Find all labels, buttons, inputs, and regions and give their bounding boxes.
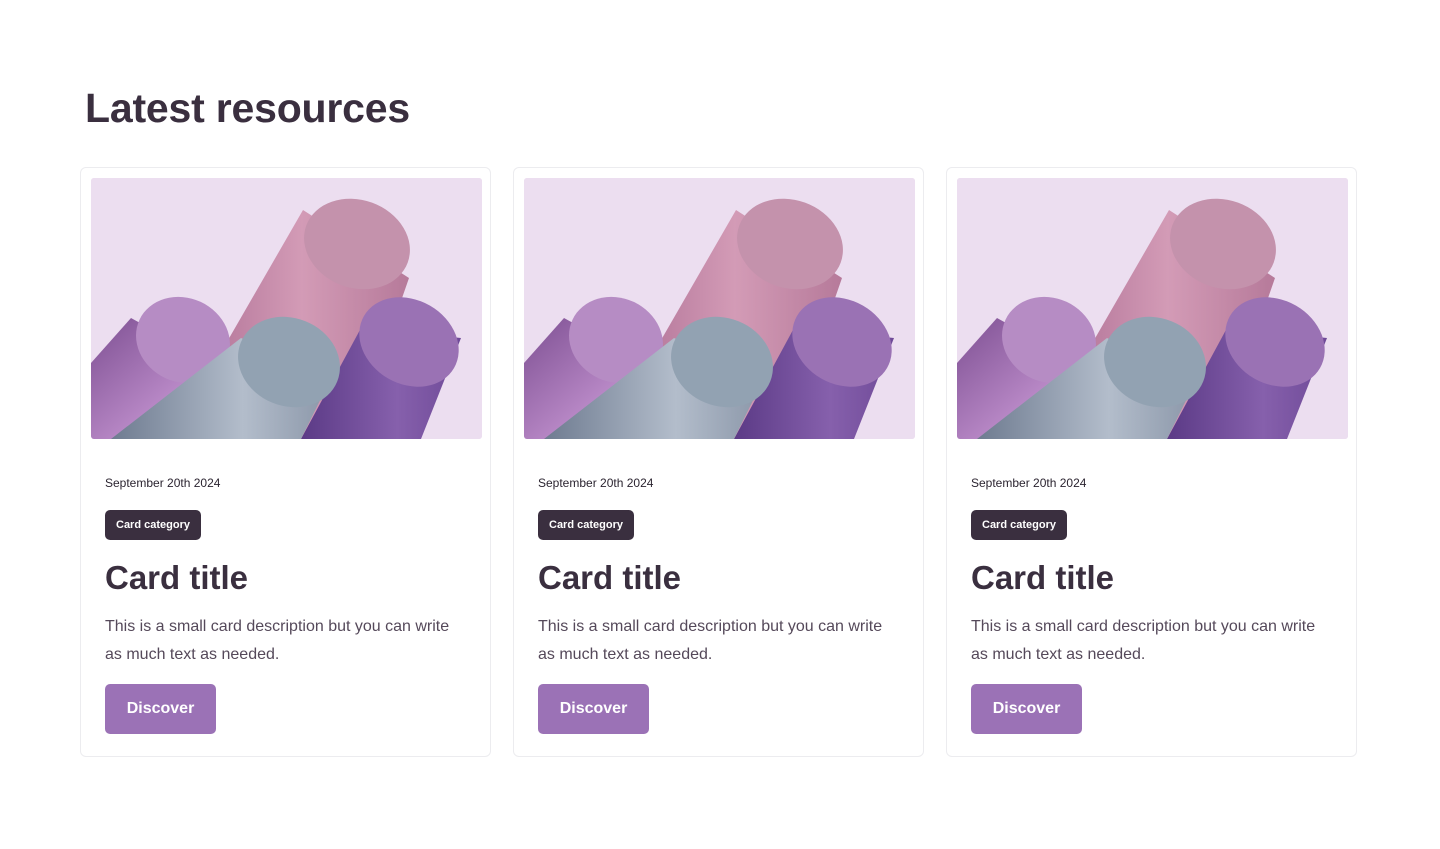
card-image: [524, 178, 915, 439]
card-category-badge: Card category: [105, 510, 201, 540]
discover-button[interactable]: Discover: [971, 684, 1082, 734]
card-title: Card title: [105, 559, 249, 596]
card-category-badge: Card category: [538, 510, 634, 540]
resource-card: September 20th 2024 Card category Card t…: [80, 167, 491, 757]
card-category-badge: Card category: [971, 510, 1067, 540]
card-image: [91, 178, 482, 439]
card-image: [957, 178, 1348, 439]
card-description: This is a small card description but you…: [971, 618, 1316, 663]
card-description: This is a small card description but you…: [105, 618, 450, 663]
resource-card: September 20th 2024 Card category Card t…: [946, 167, 1357, 757]
abstract-cylinders-illustration: [91, 178, 482, 439]
card-date: September 20th 2024: [971, 476, 1087, 490]
discover-button[interactable]: Discover: [538, 684, 649, 734]
card-date: September 20th 2024: [538, 476, 654, 490]
card-description: This is a small card description but you…: [538, 618, 883, 663]
card-title: Card title: [538, 559, 682, 596]
card-grid: September 20th 2024 Card category Card t…: [80, 167, 1360, 759]
abstract-cylinders-illustration: [524, 178, 915, 439]
resource-card: September 20th 2024 Card category Card t…: [513, 167, 924, 757]
section-title: Latest resources: [85, 85, 410, 131]
card-date: September 20th 2024: [105, 476, 221, 490]
abstract-cylinders-illustration: [957, 178, 1348, 439]
card-title: Card title: [971, 559, 1115, 596]
discover-button[interactable]: Discover: [105, 684, 216, 734]
page: Latest resources September 20th 2024 Car…: [0, 0, 1440, 849]
